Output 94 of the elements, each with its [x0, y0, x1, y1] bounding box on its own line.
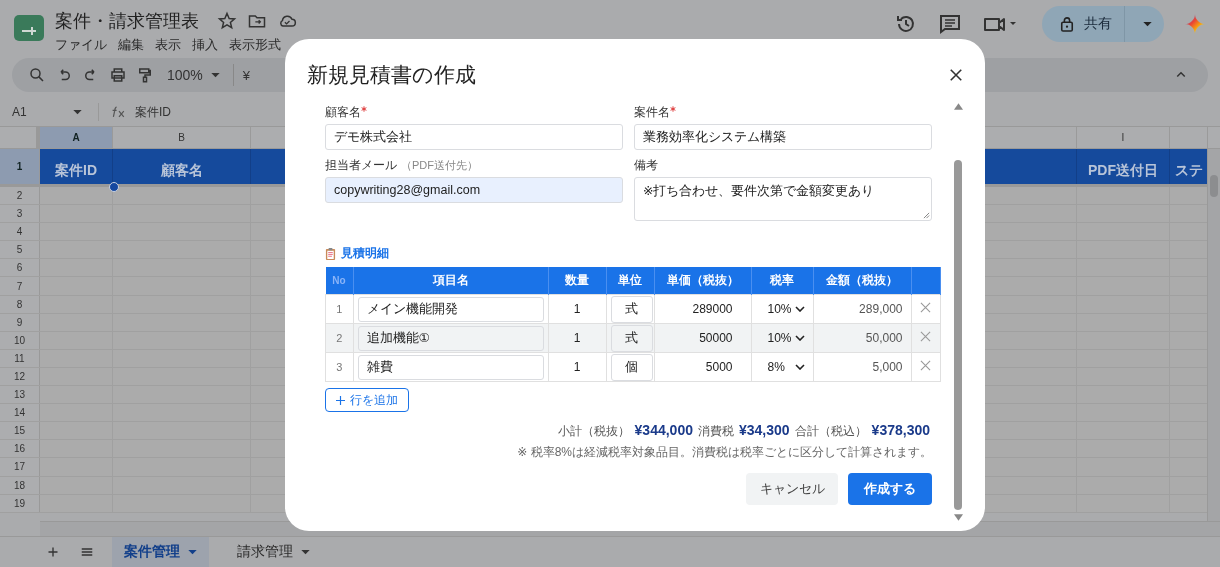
menu-item[interactable]: ファイル: [55, 36, 107, 54]
total-value: ¥34,300: [739, 422, 790, 438]
unit-price-field[interactable]: 5000: [654, 352, 751, 382]
section-title: 見積明細: [341, 245, 389, 262]
menu-item[interactable]: 表示: [155, 36, 181, 54]
column-header: 税率: [751, 267, 813, 295]
total-label: 合計（税込）: [794, 423, 867, 440]
chevron-down-icon: [794, 335, 805, 341]
item-name-field[interactable]: 雑費: [357, 354, 544, 380]
chevron-down-icon: [794, 306, 805, 312]
zoom-select[interactable]: 100%: [163, 67, 224, 83]
paint-format-icon[interactable]: [136, 66, 154, 84]
caret-icon: [301, 549, 310, 555]
row-number: 3: [325, 352, 353, 382]
chevron-down-icon: [794, 364, 805, 370]
dialog-title: 新規見積書の作成: [307, 62, 476, 88]
unit-price-field[interactable]: 50000: [654, 323, 751, 353]
field-label: 顧客名: [325, 105, 361, 120]
sparkle-icon[interactable]: [1184, 13, 1206, 35]
delete-row-icon[interactable]: [920, 302, 931, 313]
text-field[interactable]: 業務効率化システム構築: [634, 124, 932, 150]
notes-textarea[interactable]: ※打ち合わせ、要件次第で金額変更あり: [634, 177, 932, 221]
cancel-button[interactable]: キャンセル: [746, 473, 838, 505]
column-header[interactable]: I: [1077, 127, 1170, 148]
header-cell[interactable]: PDF送付日: [1077, 149, 1170, 184]
scroll-up-icon[interactable]: [953, 103, 963, 110]
total-value: ¥378,300: [871, 422, 930, 438]
tax-note: ※ 税率8%は経減税率対象品目。消費税は税率ごとに区分して計算されます。: [516, 444, 932, 461]
field-label: 備考: [634, 158, 658, 173]
unit-field[interactable]: 式: [610, 324, 653, 352]
function-icon: [111, 105, 127, 119]
resize-grip-icon[interactable]: [923, 212, 930, 219]
amount-cell: 289,000: [813, 294, 911, 324]
print-icon[interactable]: [109, 66, 127, 84]
total-value: ¥344,000: [634, 422, 693, 438]
column-header: No: [325, 267, 353, 295]
menu-item[interactable]: 編集: [118, 36, 144, 54]
column-header: 金額（税抜）: [813, 267, 911, 295]
name-box[interactable]: A1: [12, 105, 88, 119]
column-header: 項目名: [353, 267, 548, 295]
caret-icon: [210, 72, 220, 78]
selection-handle[interactable]: [109, 182, 119, 192]
column-header[interactable]: B: [113, 127, 251, 148]
amount-cell: 50,000: [813, 323, 911, 353]
item-name-field[interactable]: メイン機能開発: [357, 296, 544, 322]
plus-icon: [336, 395, 345, 405]
text-field[interactable]: デモ株式会社: [325, 124, 623, 150]
amount-cell: 5,000: [813, 352, 911, 382]
text-field[interactable]: copywriting28@gmail.com: [325, 177, 623, 203]
currency-format-button[interactable]: ¥: [242, 67, 251, 83]
clipboard-icon: [325, 247, 336, 260]
column-header[interactable]: A: [40, 127, 113, 148]
header-cell[interactable]: 顧客名: [113, 149, 251, 184]
dialog-scrollbar[interactable]: [953, 103, 963, 521]
spreadsheet-logo-icon[interactable]: [14, 15, 44, 41]
column-header: 単位: [606, 267, 654, 295]
unit-field[interactable]: 式: [610, 295, 653, 323]
lock-icon: [1060, 16, 1074, 32]
field-label: 担当者メール: [325, 158, 397, 173]
header-cell[interactable]: ステ: [1170, 149, 1208, 184]
field-hint: （PDF送付先）: [401, 158, 478, 173]
row-number: 1: [325, 294, 353, 324]
menu-item[interactable]: 表示形式: [229, 36, 281, 54]
unit-price-field[interactable]: 289000: [654, 294, 751, 324]
total-label: 小計（税抜）: [557, 423, 630, 440]
sheet-tab[interactable]: 請求管理: [225, 537, 322, 567]
caret-icon: [1143, 21, 1152, 27]
create-button[interactable]: 作成する: [848, 473, 932, 505]
column-header: 単価（税抜）: [654, 267, 751, 295]
close-icon[interactable]: [949, 68, 963, 82]
field-label: 案件名: [634, 105, 670, 120]
delete-row-icon[interactable]: [920, 331, 931, 342]
add-row-button[interactable]: 行を追加: [325, 388, 409, 412]
document-title[interactable]: 案件・請求管理表: [55, 9, 199, 33]
formula-field[interactable]: 案件ID: [135, 103, 171, 121]
quantity-field[interactable]: 1: [548, 294, 606, 324]
total-label: 消費税: [698, 423, 734, 440]
caret-icon: [188, 549, 197, 555]
vertical-scrollbar[interactable]: [1207, 149, 1220, 521]
menu-item[interactable]: 挿入: [192, 36, 218, 54]
quantity-field[interactable]: 1: [548, 323, 606, 353]
caret-icon: [73, 109, 82, 115]
row-number: 2: [325, 323, 353, 353]
quantity-field[interactable]: 1: [548, 352, 606, 382]
delete-row-icon[interactable]: [920, 360, 931, 371]
search-icon[interactable]: [28, 66, 46, 84]
sheet-tab[interactable]: 案件管理: [112, 537, 209, 567]
item-name-field[interactable]: 追加機能①: [357, 325, 544, 351]
header-cell[interactable]: 案件ID: [40, 149, 113, 184]
unit-field[interactable]: 個: [610, 353, 653, 381]
row-header[interactable]: 1: [0, 149, 40, 184]
column-header: 数量: [548, 267, 606, 295]
star-icon[interactable]: [217, 11, 237, 31]
comment-icon[interactable]: [938, 12, 962, 36]
